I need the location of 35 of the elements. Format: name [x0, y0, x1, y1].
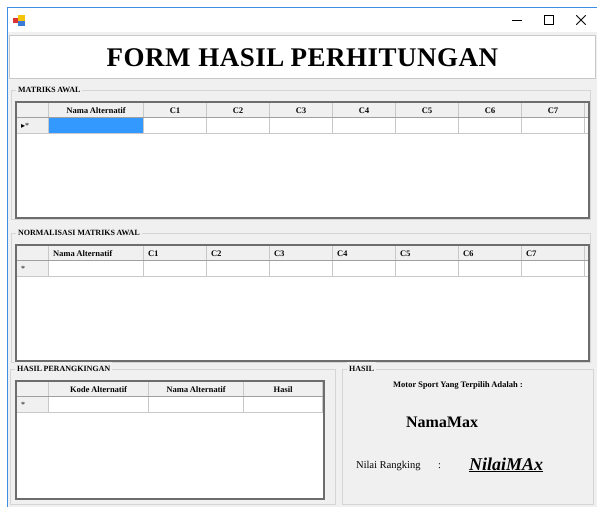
- column-header[interactable]: C1: [144, 103, 207, 117]
- grid-cell[interactable]: [49, 118, 144, 133]
- score-value: NilaiMAx: [469, 453, 544, 476]
- column-header[interactable]: C1: [144, 246, 207, 260]
- row-indicator: *: [21, 264, 25, 274]
- close-icon: [576, 15, 586, 25]
- data-grid[interactable]: Nama Alternatif C1 C2 C3 C4 C5 C6 C7 ▸*: [15, 101, 590, 219]
- column-header[interactable]: C5: [396, 246, 459, 260]
- column-header[interactable]: Nama Alternatif: [49, 103, 144, 117]
- column-header[interactable]: C7: [522, 246, 585, 260]
- score-label: Nilai Rangking: [356, 459, 420, 473]
- column-header[interactable]: Nama Alternatif: [149, 382, 244, 396]
- app-icon: [13, 14, 25, 26]
- data-grid[interactable]: Kode Alternatif Nama Alternatif Hasil *: [15, 380, 325, 500]
- column-header[interactable]: C2: [207, 103, 270, 117]
- column-header[interactable]: Kode Alternatif: [49, 382, 149, 396]
- column-header[interactable]: C4: [333, 103, 396, 117]
- column-header[interactable]: Nama Alternatif: [49, 246, 144, 260]
- column-header[interactable]: C3: [270, 103, 333, 117]
- result-caption: Motor Sport Yang Terpilih Adalah :: [393, 378, 523, 391]
- column-header[interactable]: C5: [396, 103, 459, 117]
- column-header[interactable]: C4: [333, 246, 396, 260]
- result-name: NamaMax: [406, 413, 478, 433]
- column-header[interactable]: C6: [459, 103, 522, 117]
- column-header[interactable]: C7: [522, 103, 585, 117]
- column-header[interactable]: C6: [459, 246, 522, 260]
- data-grid[interactable]: Nama Alternatif C1 C2 C3 C4 C5 C6 C7 *: [15, 244, 590, 362]
- separator: :: [438, 459, 441, 473]
- row-indicator: ▸*: [21, 120, 29, 130]
- column-header[interactable]: C2: [207, 246, 270, 260]
- maximize-icon: [544, 15, 554, 25]
- row-indicator: *: [21, 400, 25, 410]
- form-title: FORM HASIL PERHITUNGAN: [106, 40, 499, 74]
- column-header[interactable]: C3: [270, 246, 333, 260]
- column-header[interactable]: Hasil: [244, 382, 323, 396]
